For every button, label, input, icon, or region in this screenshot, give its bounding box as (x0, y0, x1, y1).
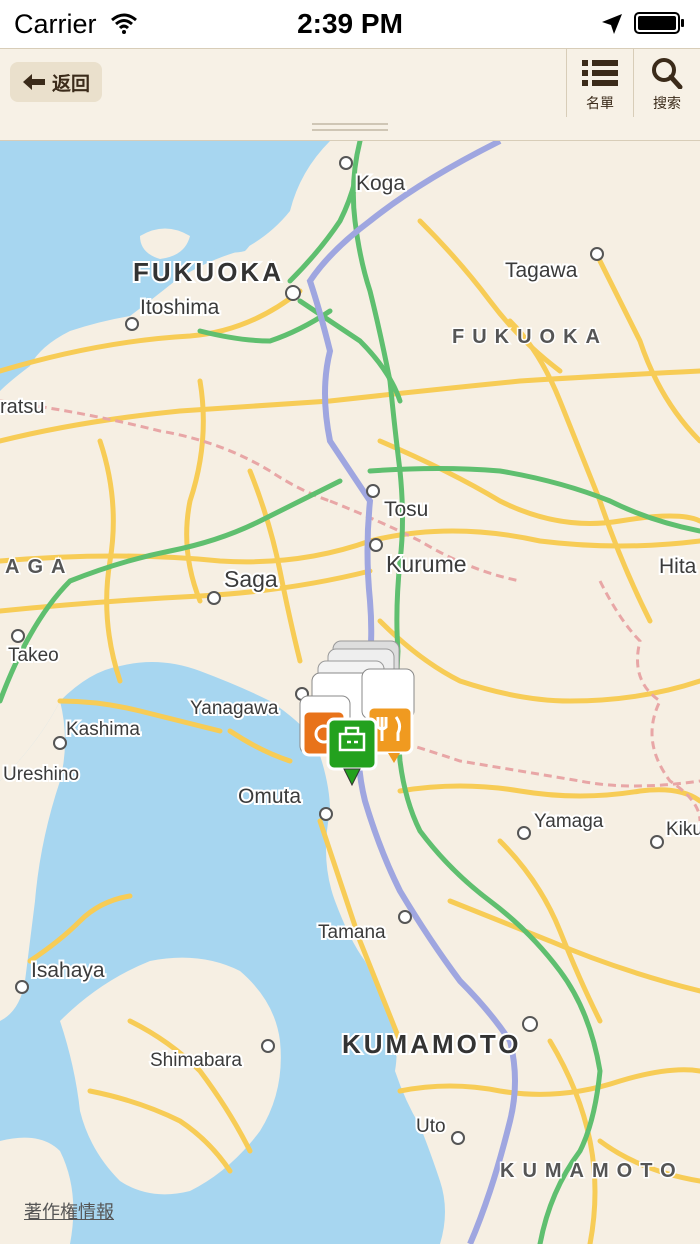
label-kumamoto-city: KUMAMOTO (342, 1029, 522, 1059)
list-button-label: 名單 (586, 95, 614, 111)
label-saga-prefecture: AGA (5, 556, 73, 578)
label-omuta: Omuta (238, 785, 301, 808)
drawer-handle-bar[interactable] (0, 117, 700, 141)
map-view[interactable]: Koga FUKUOKA Itoshima Tagawa FUKUOKA rat… (0, 141, 700, 1244)
search-button[interactable]: 搜索 (633, 49, 700, 117)
label-ureshino: Ureshino (3, 764, 79, 785)
back-button[interactable]: 返回 (10, 62, 102, 102)
label-tamana: Tamana (318, 922, 386, 943)
label-hita: Hita (659, 555, 697, 578)
drawer-grip-line (312, 123, 388, 125)
label-itoshima: Itoshima (140, 296, 220, 319)
navigation-bar: 返回 名單 搜索 (0, 48, 700, 118)
back-arrow-icon (22, 74, 45, 90)
label-karatsu: ratsu (0, 396, 44, 418)
back-button-label: 返回 (51, 73, 90, 95)
label-tagawa: Tagawa (505, 259, 578, 282)
label-takeo: Takeo (8, 645, 59, 666)
location-arrow-icon (602, 14, 622, 34)
list-button[interactable]: 名單 (566, 49, 633, 117)
label-yamaga: Yamaga (534, 811, 604, 832)
search-button-label: 搜索 (653, 95, 681, 111)
drawer-grip-line (312, 129, 388, 131)
label-saga: Saga (224, 566, 278, 592)
label-kiku: Kiku (666, 819, 700, 840)
label-fukuoka-city: FUKUOKA (133, 257, 284, 287)
label-kurume: Kurume (386, 551, 467, 577)
battery-icon (634, 12, 684, 34)
label-shimabara: Shimabara (150, 1050, 242, 1071)
map-canvas: Koga FUKUOKA Itoshima Tagawa FUKUOKA rat… (0, 141, 700, 1244)
label-tosu: Tosu (384, 498, 428, 521)
label-kumamoto-prefecture: KUMAMOTO (500, 1160, 684, 1182)
label-kashima: Kashima (66, 719, 140, 740)
label-uto: Uto (416, 1116, 446, 1137)
label-fukuoka-prefecture: FUKUOKA (452, 326, 608, 348)
copyright-link[interactable]: 著作権情報 (24, 1198, 114, 1224)
clock: 2:39 PM (297, 8, 403, 39)
label-yanagawa: Yanagawa (190, 698, 279, 719)
label-koga: Koga (356, 172, 405, 195)
list-icon (582, 60, 618, 86)
label-isahaya: Isahaya (31, 959, 105, 982)
status-bar: Carrier 2:39 PM (0, 0, 700, 48)
search-icon (652, 58, 683, 89)
